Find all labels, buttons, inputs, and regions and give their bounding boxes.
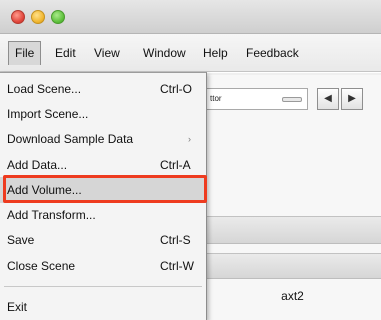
menu-item-exit[interactable]: Exit: [0, 294, 206, 320]
shortcut-label: Ctrl-O: [160, 82, 192, 96]
menu-item-load-scene[interactable]: Load Scene... Ctrl-O: [0, 76, 206, 102]
menu-item-label: Add Data...: [7, 158, 68, 172]
menu-feedback[interactable]: Feedback: [240, 41, 305, 65]
menu-item-label: Download Sample Data: [7, 132, 134, 146]
menu-separator: [4, 286, 202, 287]
previous-module-button[interactable]: ◀: [317, 88, 339, 110]
menu-file[interactable]: File: [8, 41, 42, 65]
menu-item-add-volume[interactable]: Add Volume...: [0, 177, 206, 203]
menu-item-close-scene[interactable]: Close Scene Ctrl-W: [0, 253, 206, 279]
menu-bar: File Edit View Window Help Feedback: [0, 34, 381, 72]
shortcut-label: Ctrl-A: [160, 158, 191, 172]
title-bar: [0, 0, 381, 34]
menu-item-save[interactable]: Save Ctrl-S: [0, 227, 206, 253]
menu-item-download-sample-data[interactable]: Download Sample Data ›: [0, 126, 206, 152]
triangle-left-icon: ◀: [324, 93, 332, 104]
menu-help[interactable]: Help: [197, 41, 234, 65]
zoom-window-icon[interactable]: [51, 10, 65, 24]
next-module-button[interactable]: ▶: [341, 88, 363, 110]
shortcut-label: Ctrl-W: [160, 259, 194, 273]
volume-name-label: axt2: [281, 289, 304, 303]
menu-view[interactable]: View: [88, 41, 126, 65]
selector-handle-icon: [282, 97, 302, 102]
menu-edit[interactable]: Edit: [49, 41, 82, 65]
triangle-right-icon: ▶: [348, 93, 356, 104]
menu-item-label: Import Scene...: [7, 107, 89, 121]
shortcut-label: Ctrl-S: [160, 233, 191, 247]
module-selector-value: ttor: [210, 94, 222, 103]
close-window-icon[interactable]: [11, 10, 25, 24]
file-menu-dropdown: Load Scene... Ctrl-O Import Scene... Dow…: [0, 72, 207, 320]
menu-item-label: Add Transform...: [7, 208, 96, 222]
menu-item-add-data[interactable]: Add Data... Ctrl-A: [0, 152, 206, 178]
submenu-arrow-icon: ›: [188, 134, 191, 144]
collapsible-section-header[interactable]: [204, 216, 381, 244]
menu-item-label: Close Scene: [7, 259, 76, 273]
menu-item-add-transform[interactable]: Add Transform...: [0, 202, 206, 228]
menu-item-label: Load Scene...: [7, 82, 82, 96]
menu-item-label: Add Volume...: [7, 183, 82, 197]
menu-item-import-scene[interactable]: Import Scene...: [0, 101, 206, 127]
menu-item-label: Save: [7, 233, 35, 247]
menu-window[interactable]: Window: [137, 41, 192, 65]
menu-item-label: Exit: [7, 300, 28, 314]
collapsible-section-header[interactable]: [204, 253, 381, 279]
minimize-window-icon[interactable]: [31, 10, 45, 24]
